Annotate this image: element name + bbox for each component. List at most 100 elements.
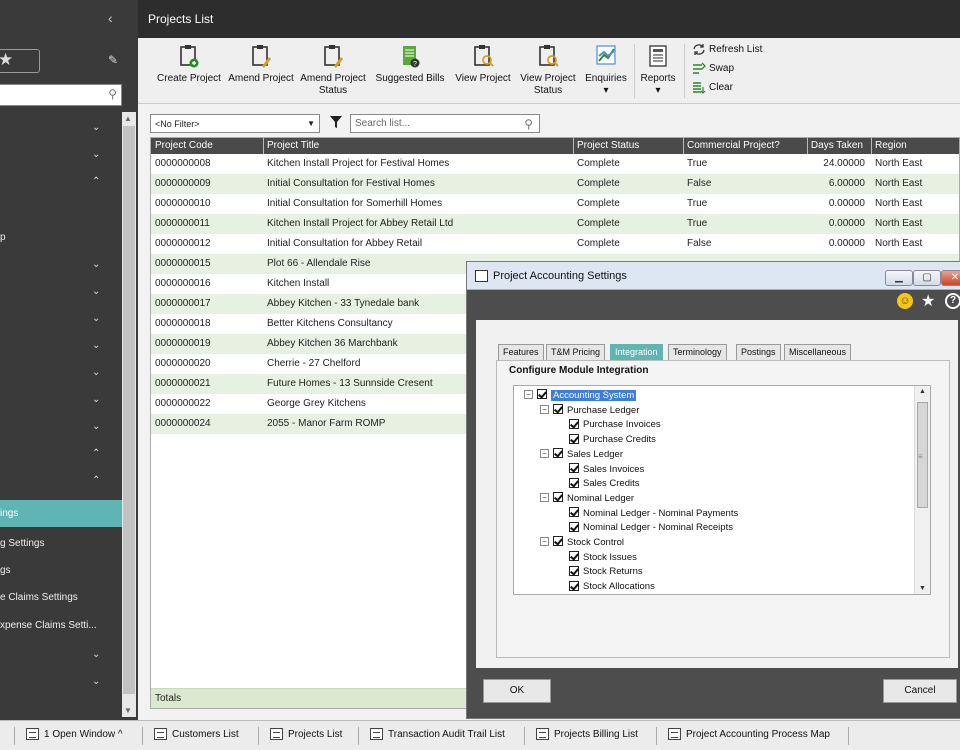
scroll-up-icon[interactable]: ▲ [124,114,132,123]
sidebar-item[interactable]: ⌄ [0,114,122,141]
sidebar-item[interactable]: ⌃ [0,168,122,195]
sidebar-item[interactable]: ⌄ [0,641,122,668]
checkbox[interactable] [569,418,579,429]
minimize-button[interactable]: ▁ [885,270,913,286]
tree-scrollbar[interactable]: ▲ ≡ ▼ [914,386,930,594]
checkbox[interactable] [569,477,579,488]
sidebar-item[interactable] [0,195,122,222]
tab-settings[interactable]: Features [498,344,544,360]
chevron-icon[interactable]: ⌄ [92,359,100,386]
chevron-icon[interactable]: ⌃ [92,440,100,467]
checkbox[interactable] [569,580,579,591]
collapse-icon[interactable]: − [524,389,533,399]
chevron-icon[interactable]: ⌄ [92,114,100,141]
dialog-title-bar[interactable]: Project Accounting Settings ▁ ▢ ✕ [467,262,960,290]
ok-button[interactable]: OK [483,679,551,703]
sidebar-item[interactable]: ⌄ [0,141,122,168]
scroll-thumb[interactable] [123,126,135,694]
sidebar-item[interactable]: ⌄ [0,305,122,332]
tree-node[interactable]: Nominal Ledger - Nominal Payments [556,507,738,521]
column-header[interactable]: Project Code [155,138,213,154]
sidebar-scrollbar[interactable]: ▲ ▼ [122,112,136,717]
collapse-icon[interactable]: − [540,404,549,414]
sidebar-item[interactable]: gs [0,557,122,584]
sidebar-item[interactable]: ⌄ [0,668,122,695]
smiley-icon[interactable]: ☺ [897,293,913,309]
chevron-icon[interactable]: ⌄ [92,251,100,278]
sidebar-item[interactable]: ⌄ [0,332,122,359]
sidebar-search-input[interactable]: ⚲ [0,84,122,106]
tree-node[interactable]: Stock Issues [556,551,637,565]
enquiries-button[interactable]: Enquiries ▾ [583,44,629,97]
filter-select[interactable]: <No Filter> ▼ [150,114,320,133]
pencil-icon[interactable]: ✎ [108,53,118,67]
collapse-icon[interactable]: − [540,492,549,502]
checkbox[interactable] [553,492,563,503]
tree-node[interactable]: − Purchase Ledger [540,404,639,418]
task-button[interactable]: Projects List [270,727,342,743]
sidebar-item[interactable]: p [0,224,122,251]
swap-button[interactable]: Swap [692,61,734,79]
close-button[interactable]: ✕ [941,270,960,286]
refresh-list-button[interactable]: Refresh List [692,42,762,60]
chevron-icon[interactable]: ⌄ [92,386,100,413]
tree-node[interactable]: − Nominal Ledger [540,492,634,506]
maximize-button[interactable]: ▢ [913,270,941,286]
amend-status-button[interactable]: Amend Project Status [298,44,368,97]
task-button[interactable]: Project Accounting Process Map [668,727,830,743]
chevron-icon[interactable]: ⌃ [92,168,100,195]
column-header[interactable]: Commercial Project? [683,138,780,154]
scroll-down-icon[interactable]: ▼ [124,706,132,715]
sidebar-item[interactable]: ⌃ [0,467,122,494]
sidebar-item[interactable]: g Settings [0,530,122,557]
amend-button[interactable]: Amend Project [228,44,294,85]
chevron-icon[interactable]: ⌄ [92,141,100,168]
table-row[interactable]: 0000000008 Kitchen Install Project for Fe… [151,154,959,174]
sidebar-item[interactable]: ings [0,500,122,527]
tree-node[interactable]: Purchase Credits [556,433,656,447]
table-row[interactable]: 0000000011 Kitchen Install Project for Ab… [151,214,959,234]
star-icon[interactable]: ★ [921,291,935,311]
sidebar-item[interactable]: ⌄ [0,386,122,413]
checkbox[interactable] [569,521,579,532]
table-row[interactable]: 0000000010 Initial Consultation for Somer… [151,194,959,214]
tree-node[interactable]: − Accounting System [524,389,637,403]
checkbox[interactable] [553,448,563,459]
chevron-icon[interactable]: ⌄ [92,305,100,332]
chevron-icon[interactable]: ⌄ [92,278,100,305]
checkbox[interactable] [569,462,579,473]
chevron-icon[interactable]: ⌃ [92,467,100,494]
table-row[interactable]: 0000000012 Initial Consultation for Abbey… [151,234,959,254]
column-header[interactable]: Days Taken [806,138,863,154]
checkbox[interactable] [569,507,579,518]
tab-settings[interactable]: Integration [610,344,663,360]
checkbox[interactable] [569,433,579,444]
tree-node[interactable]: Sales Invoices [556,462,644,477]
checkbox[interactable] [553,404,563,415]
checkbox[interactable] [537,389,547,400]
collapse-icon[interactable]: − [540,448,549,458]
sidebar-item[interactable]: ⌄ [0,251,122,278]
sidebar-item[interactable]: ⌄ [0,278,122,305]
checkbox[interactable] [569,565,579,576]
chevron-icon[interactable]: ⌄ [92,332,100,359]
sidebar-item[interactable]: ⌄ [0,413,122,440]
scroll-down-icon[interactable]: ▼ [919,585,926,592]
chevron-icon[interactable]: ⌄ [92,641,100,668]
chevron-icon[interactable]: ⌄ [92,668,100,695]
checkbox[interactable] [569,551,579,562]
search-list-input[interactable]: Search list... ⚲ [350,114,540,133]
task-button[interactable]: Customers List [154,727,239,743]
scroll-up-icon[interactable]: ▲ [919,388,926,395]
view-status-button[interactable]: View Project Status [518,44,578,97]
reports-button[interactable]: Reports ▾ [640,44,676,97]
task-button[interactable]: Projects Billing List [536,727,638,743]
collapse-icon[interactable]: − [540,536,549,546]
task-button[interactable]: Transaction Audit Trail List [370,727,505,743]
sidebar-item[interactable]: ⌃ [0,440,122,467]
table-row[interactable]: 0000000009 Initial Consultation for Festi… [151,174,959,194]
tree-node[interactable]: Stock Allocations [556,580,655,594]
column-header[interactable]: Project Status [573,138,639,154]
checkbox[interactable] [553,536,563,547]
tree-node[interactable]: Sales Credits [556,477,640,491]
